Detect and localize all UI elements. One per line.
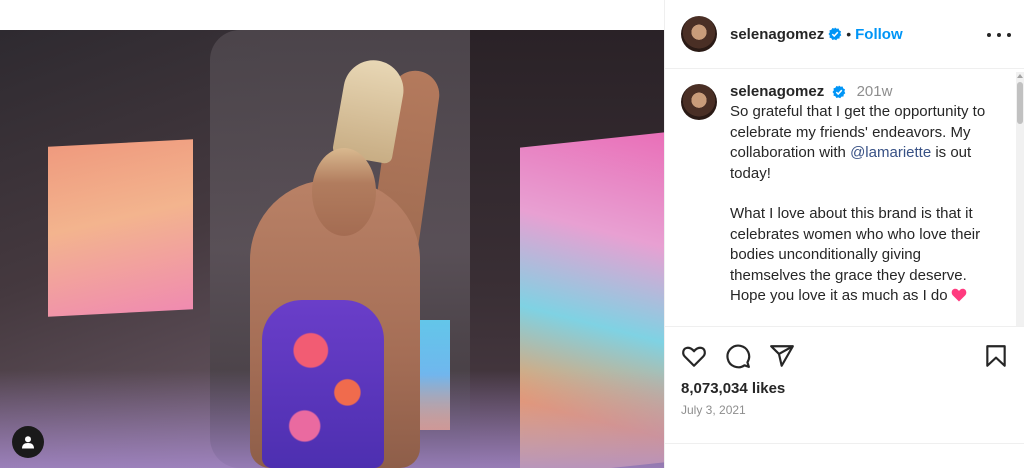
caption-comment: selenagomez 201w So grateful that I get … (665, 70, 1017, 326)
caption-paragraph-2: What I love about this brand is that it … (730, 204, 1000, 307)
photo-model-head (312, 148, 376, 236)
caption-first-line: selenagomez 201w (730, 82, 1000, 102)
avatar[interactable] (681, 84, 717, 120)
photo-painted-canvas-left (48, 139, 193, 317)
tagged-accounts-button[interactable] (12, 426, 44, 458)
add-comment-area[interactable] (665, 443, 1024, 468)
post-header: selenagomez • Follow (665, 0, 1024, 69)
paper-plane-icon[interactable] (769, 343, 795, 369)
more-horizontal-icon (987, 33, 991, 37)
header-username[interactable]: selenagomez (730, 26, 824, 43)
avatar[interactable] (681, 16, 717, 52)
heart-outline-icon[interactable] (681, 343, 707, 369)
verified-badge-icon (828, 27, 842, 41)
post-photo[interactable] (0, 30, 664, 468)
caption-username[interactable]: selenagomez (730, 83, 824, 100)
post-media[interactable] (0, 0, 664, 468)
caption-text-2: What I love about this brand is that it … (730, 205, 981, 304)
bookmark-icon[interactable] (983, 343, 1009, 369)
likes-count[interactable]: 8,073,034 likes (681, 380, 1009, 397)
caption-age[interactable]: 201w (857, 83, 893, 100)
header-separator: • (846, 26, 852, 42)
account-user-icon (22, 436, 34, 449)
caption-body: selenagomez 201w So grateful that I get … (730, 82, 1000, 326)
post-details-panel: selenagomez • Follow selenagomez 201w So… (664, 0, 1024, 468)
mention-link[interactable]: @lamariette (850, 144, 931, 161)
comment-bubble-icon[interactable] (725, 343, 751, 369)
instagram-post-view: selenagomez • Follow selenagomez 201w So… (0, 0, 1024, 468)
more-options-button[interactable] (987, 25, 1011, 45)
comments-scrollbar-thumb[interactable] (1017, 82, 1023, 124)
scroll-up-arrow-icon[interactable] (1017, 73, 1023, 79)
photo-model-swimsuit (262, 300, 384, 468)
verified-badge-icon (832, 85, 846, 99)
follow-button[interactable]: Follow (855, 26, 903, 43)
action-icons-row (681, 343, 1009, 369)
pink-heart-emoji-icon (951, 288, 966, 302)
post-date[interactable]: July 3, 2021 (681, 403, 1009, 417)
caption-paragraph-1: So grateful that I get the opportunity t… (730, 102, 1000, 184)
